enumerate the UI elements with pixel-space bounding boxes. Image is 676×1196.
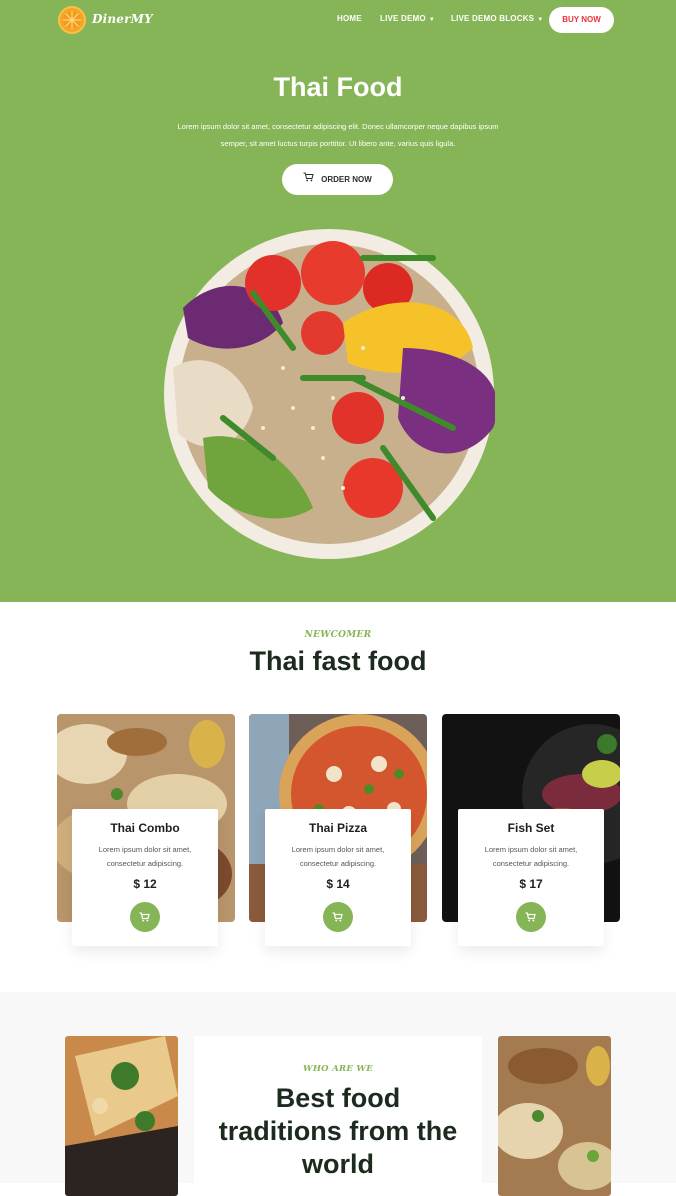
section-kicker: NEWCOMER xyxy=(304,630,372,640)
nav-link-live-demo[interactable]: LIVE DEMO ▼ xyxy=(380,14,435,23)
cart-icon xyxy=(303,164,314,195)
tacos-image xyxy=(498,1036,611,1196)
product-price: $ 12 xyxy=(133,877,157,891)
chevron-down-icon: ▼ xyxy=(537,17,544,23)
chevron-down-icon: ▼ xyxy=(428,17,435,23)
hero-section: DinerMY HOME LIVE DEMO ▼ LIVE DEMO BLOCKS… xyxy=(0,0,676,602)
add-to-cart-button[interactable] xyxy=(323,902,353,932)
top-navbar: DinerMY HOME LIVE DEMO ▼ LIVE DEMO BLOCKS… xyxy=(0,0,676,40)
orange-logo-icon[interactable] xyxy=(58,6,86,34)
hero-title: Thai Food xyxy=(273,72,403,102)
add-to-cart-button[interactable] xyxy=(516,902,546,932)
pizza-slice-image xyxy=(65,1036,178,1196)
hero-subtitle: Lorem ipsum dolor sit amet, consectetur … xyxy=(160,118,516,152)
cart-icon xyxy=(139,912,150,922)
hero-subtitle-line: semper, sit amet luctus turpis porttitor… xyxy=(220,139,456,148)
product-description: Lorem ipsum dolor sit amet, consectetur … xyxy=(291,845,385,868)
cart-icon xyxy=(525,912,536,922)
product-card: Fish Set Lorem ipsum dolor sit amet, con… xyxy=(458,809,604,946)
about-section: WHO ARE WE Best food traditions from the… xyxy=(0,992,676,1196)
product-name: Fish Set xyxy=(507,821,555,835)
order-now-button[interactable]: ORDER NOW xyxy=(282,164,393,195)
about-card: WHO ARE WE Best food traditions from the… xyxy=(194,1036,482,1196)
about-kicker: WHO ARE WE xyxy=(302,1064,374,1074)
product-description: Lorem ipsum dolor sit amet, consectetur … xyxy=(484,845,578,868)
salad-bowl-image xyxy=(164,229,495,559)
nav-link-live-demo-blocks[interactable]: LIVE DEMO BLOCKS ▼ xyxy=(451,14,543,23)
product-name: Thai Pizza xyxy=(308,821,367,835)
order-now-label: ORDER NOW xyxy=(321,175,372,184)
nav-link-live-demo-blocks-label: LIVE DEMO BLOCKS xyxy=(451,14,535,23)
cart-icon xyxy=(332,912,343,922)
brand-name[interactable]: DinerMY xyxy=(92,12,153,26)
product-price: $ 17 xyxy=(519,877,543,891)
section-title: Thai fast food xyxy=(249,646,427,676)
hero-subtitle-line: Lorem ipsum dolor sit amet, consectetur … xyxy=(177,122,499,131)
nav-link-live-demo-label: LIVE DEMO xyxy=(380,14,426,23)
add-to-cart-button[interactable] xyxy=(130,902,160,932)
nav-link-home[interactable]: HOME xyxy=(337,14,362,23)
product-card: Thai Pizza Lorem ipsum dolor sit amet, c… xyxy=(265,809,411,946)
buy-now-button[interactable]: BUY NOW xyxy=(549,7,614,33)
product-description: Lorem ipsum dolor sit amet, consectetur … xyxy=(98,845,192,868)
product-price: $ 14 xyxy=(326,877,350,891)
newcomer-section: NEWCOMER Thai fast food Thai Combo Lorem… xyxy=(0,602,676,992)
product-card: Thai Combo Lorem ipsum dolor sit amet, c… xyxy=(72,809,218,946)
product-name: Thai Combo xyxy=(110,821,180,835)
about-title: Best food traditions from the world xyxy=(218,1083,458,1179)
